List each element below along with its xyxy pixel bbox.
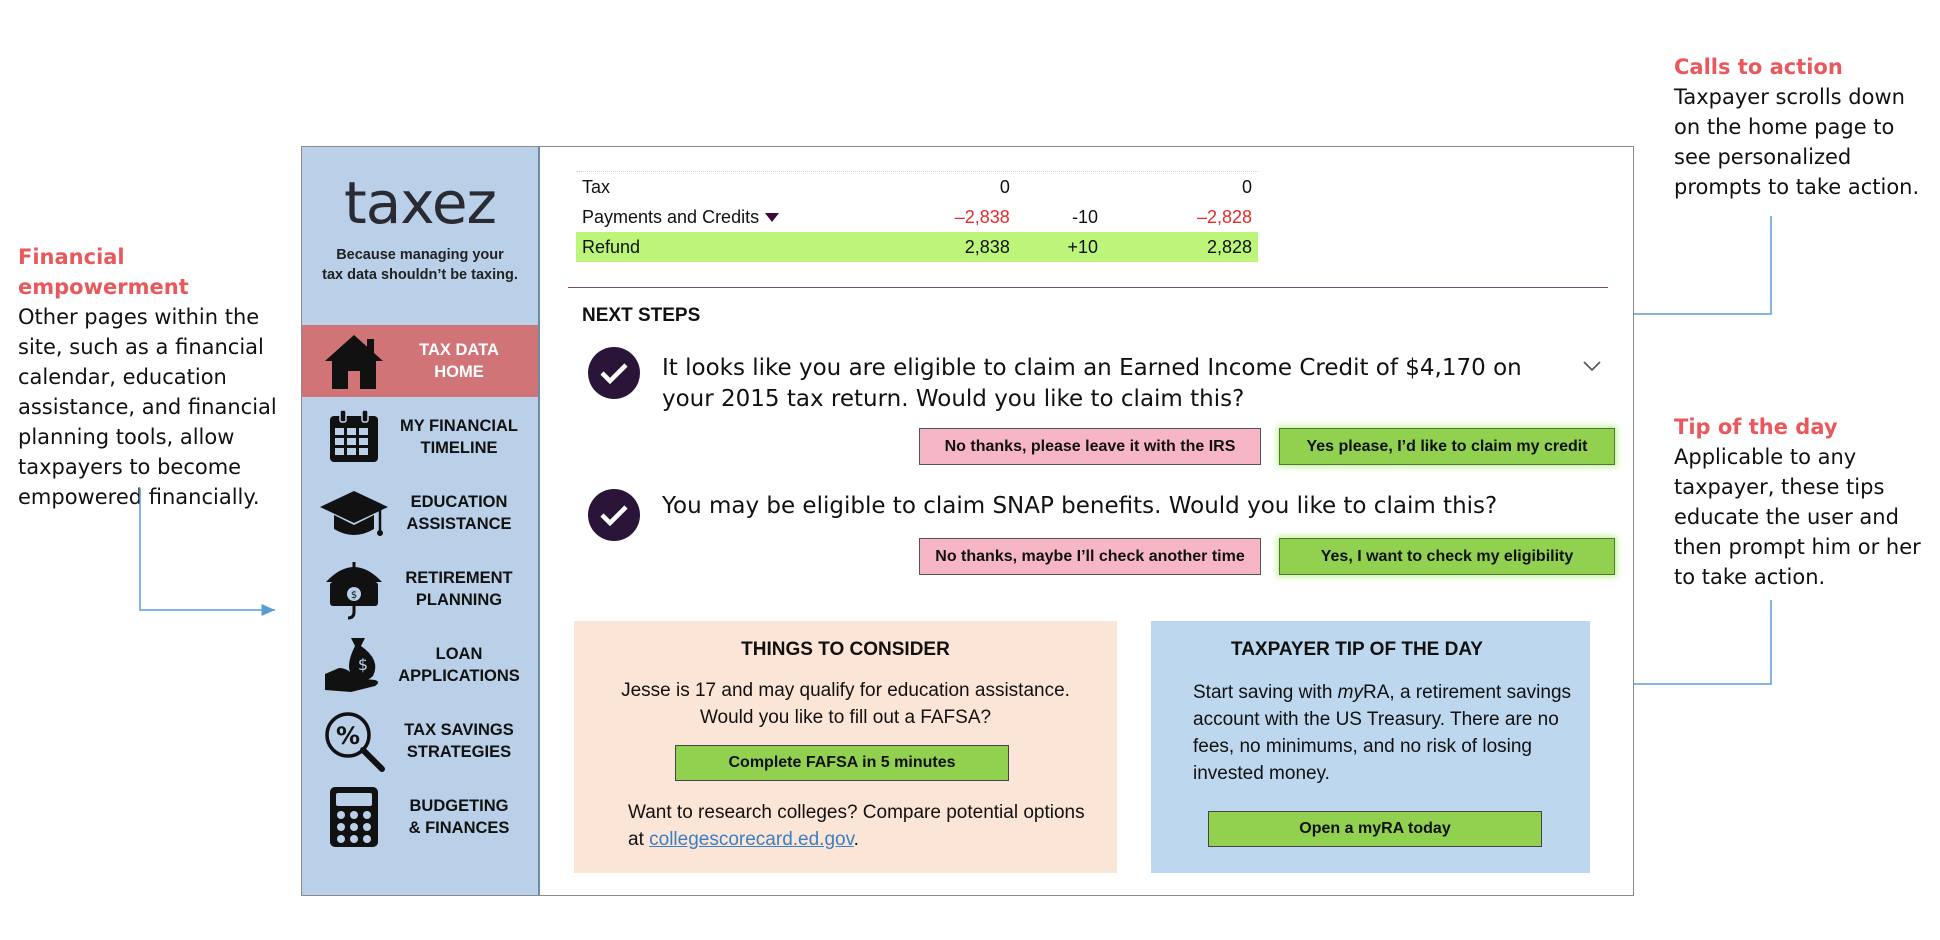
section-divider: [568, 287, 1608, 288]
step-text: You may be eligible to claim SNAP benefi…: [662, 493, 1498, 519]
money-bag-hand-icon: $: [318, 633, 390, 697]
complete-fafsa-button[interactable]: Complete FAFSA in 5 minutes: [675, 745, 1009, 781]
row-label: Tax: [582, 176, 611, 197]
taxez-logo[interactable]: taxez: [302, 169, 538, 237]
nav-label: LOAN APPLICATIONS: [398, 645, 520, 685]
annotation-body: Applicable to any taxpayer, these tips e…: [1674, 445, 1921, 589]
nav-label: TAX SAVINGS STRATEGIES: [404, 721, 514, 761]
cell-value: 2,838: [898, 232, 1016, 262]
annotation-body: Other pages within the site, such as a f…: [18, 305, 277, 509]
nav-item-loan-applications[interactable]: $ LOAN APPLICATIONS: [302, 629, 538, 701]
cell-value-text: –2,828: [1196, 206, 1252, 227]
table-row-refund: Refund 2,838 +10 2,828: [576, 232, 1258, 262]
nav-item-budgeting-finances[interactable]: BUDGETING & FINANCES: [302, 781, 538, 853]
collegescorecard-link[interactable]: collegescorecard.ed.gov: [649, 829, 854, 850]
cell-change: -10: [1072, 206, 1099, 227]
nav-label: MY FINANCIAL TIMELINE: [400, 417, 518, 457]
annotation-financial-empowerment: Financial empowerment Other pages within…: [18, 242, 280, 512]
svg-text:%: %: [336, 722, 360, 750]
cell-value: 0: [1241, 176, 1252, 197]
sidebar: taxez Because managing your tax data sho…: [302, 147, 540, 895]
open-myra-button[interactable]: Open a myRA today: [1208, 811, 1542, 847]
nav-item-retirement-planning[interactable]: $ RETIREMENT PLANNING: [302, 553, 538, 625]
card-body: Start saving with myRA, a retirement sav…: [1193, 679, 1573, 787]
nav-label: RETIREMENT PLANNING: [405, 569, 513, 609]
cell-value: 2,828: [1104, 232, 1258, 262]
card-title: THINGS TO CONSIDER: [741, 639, 950, 660]
table-row: Payments and Credits –2,838 -10 –2,828: [576, 202, 1258, 232]
step-text: It looks like you are eligible to claim …: [662, 355, 1522, 412]
graduation-cap-icon: [318, 481, 390, 545]
svg-text:$: $: [351, 590, 357, 601]
decline-eic-button[interactable]: No thanks, please leave it with the IRS: [919, 428, 1261, 465]
svg-text:$: $: [358, 655, 368, 674]
claim-eic-button[interactable]: Yes please, I’d like to claim my credit: [1279, 428, 1615, 465]
tip-body-start: Start saving with: [1193, 682, 1338, 703]
decline-snap-button[interactable]: No thanks, maybe I’ll check another time: [919, 538, 1261, 575]
card-title: TAXPAYER TIP OF THE DAY: [1231, 639, 1483, 660]
nav-item-tax-savings-strategies[interactable]: % TAX SAVINGS STRATEGIES: [302, 705, 538, 777]
tagline: Because managing your tax data shouldn’t…: [322, 247, 518, 283]
calculator-icon: [318, 785, 390, 849]
nav-item-my-financial-timeline[interactable]: MY FINANCIAL TIMELINE: [302, 401, 538, 473]
next-steps-title: NEXT STEPS: [582, 305, 701, 326]
card-body: Jesse is 17 and may qualify for educatio…: [621, 680, 1070, 728]
things-to-consider-card: THINGS TO CONSIDER Jesse is 17 and may q…: [574, 621, 1117, 873]
table-row: Tax 0 0: [576, 172, 1258, 202]
nav-label: TAX DATA HOME: [419, 341, 499, 381]
row-label: Refund: [576, 232, 899, 262]
umbrella-money-icon: $: [318, 557, 390, 621]
annotation-title: Financial empowerment: [18, 245, 189, 299]
percent-magnifier-icon: %: [318, 709, 390, 773]
nav-label: EDUCATION ASSISTANCE: [406, 493, 512, 533]
annotation-tip-of-the-day: Tip of the day Applicable to any taxpaye…: [1674, 412, 1934, 592]
nav-item-tax-data-home[interactable]: TAX DATA HOME: [302, 325, 538, 397]
cell-value: 0: [999, 176, 1010, 197]
check-icon: [588, 489, 640, 541]
annotation-title: Tip of the day: [1674, 415, 1838, 439]
nav-label: BUDGETING & FINANCES: [408, 797, 510, 837]
house-icon: [318, 329, 390, 393]
calendar-icon: [318, 405, 390, 469]
app-window: taxez Because managing your tax data sho…: [301, 146, 1634, 896]
tax-summary-table: Tax 0 0 Payments and Credits –2,838 -10 …: [576, 172, 1258, 262]
row-label: Payments and Credits: [582, 206, 760, 227]
check-snap-eligibility-button[interactable]: Yes, I want to check my eligibility: [1279, 538, 1615, 575]
row-label-payments-credits[interactable]: Payments and Credits: [576, 202, 899, 232]
expand-caret-icon[interactable]: [765, 213, 780, 223]
nav-item-education-assistance[interactable]: EDUCATION ASSISTANCE: [302, 477, 538, 549]
tip-of-the-day-card: TAXPAYER TIP OF THE DAY Start saving wit…: [1151, 621, 1590, 873]
tip-body-emphasis: my: [1337, 682, 1363, 703]
cell-change: [1016, 172, 1104, 202]
annotation-calls-to-action: Calls to action Taxpayer scrolls down on…: [1674, 52, 1934, 202]
cell-value-text: –2,838: [954, 206, 1010, 227]
cell-value: –2,838: [899, 202, 1016, 232]
chevron-down-icon[interactable]: [1582, 359, 1602, 373]
cell-change: +10: [1015, 232, 1105, 262]
annotation-body: Taxpayer scrolls down on the home page t…: [1674, 85, 1920, 199]
research-colleges-text: Want to research colleges? Compare poten…: [628, 799, 1088, 853]
cell-value: –2,828: [1104, 202, 1258, 232]
annotation-title: Calls to action: [1674, 55, 1843, 79]
research-end: .: [853, 829, 859, 850]
check-icon: [588, 347, 640, 399]
